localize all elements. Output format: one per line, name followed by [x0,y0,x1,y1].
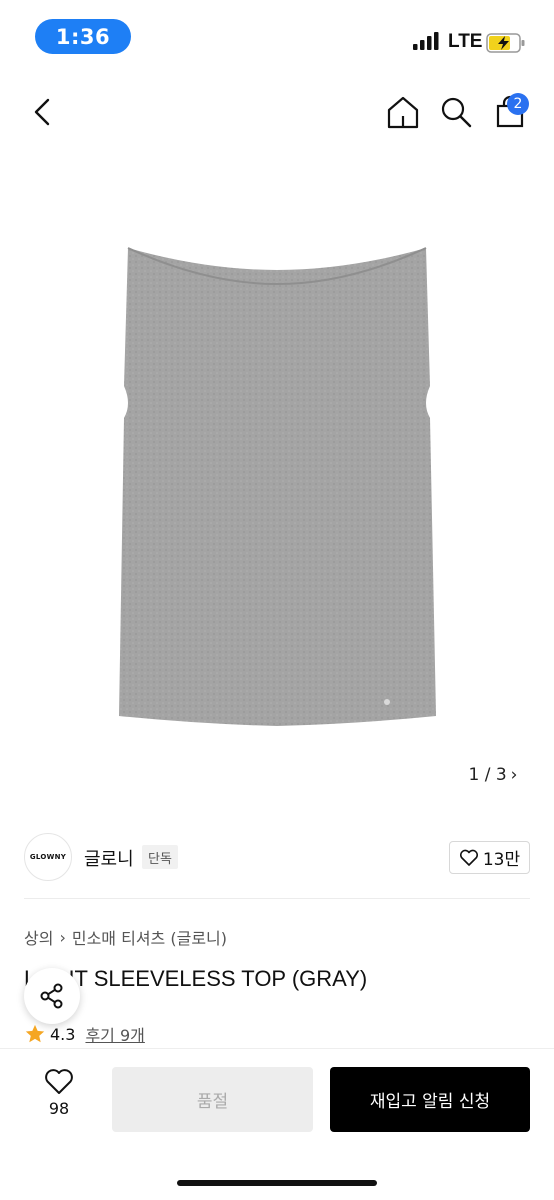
brand-like-button[interactable]: 13만 [449,841,530,874]
network-label: LTE [448,31,483,52]
breadcrumb: 상의 › 민소매 티셔츠 (글로니) [24,925,227,949]
soldout-button: 품절 [112,1067,313,1132]
home-icon [387,96,419,129]
rating-value: 4.3 [50,1024,76,1044]
search-button[interactable] [438,94,474,130]
search-icon [441,97,472,128]
chevron-left-icon [34,98,50,126]
restock-alert-button[interactable]: 재입고 알림 신청 [330,1067,530,1132]
brand-logo[interactable]: GLOWNY [24,833,72,881]
cart-count-badge: 2 [507,93,529,115]
divider [24,898,530,899]
share-icon [40,983,63,1009]
status-bar: 1:36 LTE [0,0,554,80]
status-time: 1:36 [35,19,131,54]
battery-icon [486,33,525,53]
breadcrumb-category[interactable]: 상의 [24,925,53,949]
home-indicator [177,1180,377,1186]
breadcrumb-separator-icon: › [59,927,66,947]
breadcrumb-subcategory[interactable]: 민소매 티셔츠 (글로니) [72,925,227,949]
rating: 4.3 후기 9개 [24,1022,145,1046]
wishlist-count: 98 [48,1099,70,1118]
heart-icon [45,1069,73,1094]
star-icon [25,1024,45,1043]
pager-text: 1 / 3 [468,764,507,785]
home-button[interactable] [385,94,421,130]
exclusive-tag: 단독 [142,845,178,869]
back-button[interactable] [24,94,60,130]
brand-name[interactable]: 글로니 [84,845,134,871]
brand-like-count: 13만 [482,850,521,870]
image-pager[interactable]: 1 / 3 › [456,757,530,792]
share-button[interactable] [24,968,80,1024]
heart-icon [459,849,478,866]
chevron-right-icon: › [510,764,518,785]
review-link[interactable]: 후기 9개 [85,1022,144,1046]
wishlist-button[interactable]: 98 [32,1068,86,1128]
signal-icon [413,32,439,50]
product-photo[interactable] [116,236,438,732]
